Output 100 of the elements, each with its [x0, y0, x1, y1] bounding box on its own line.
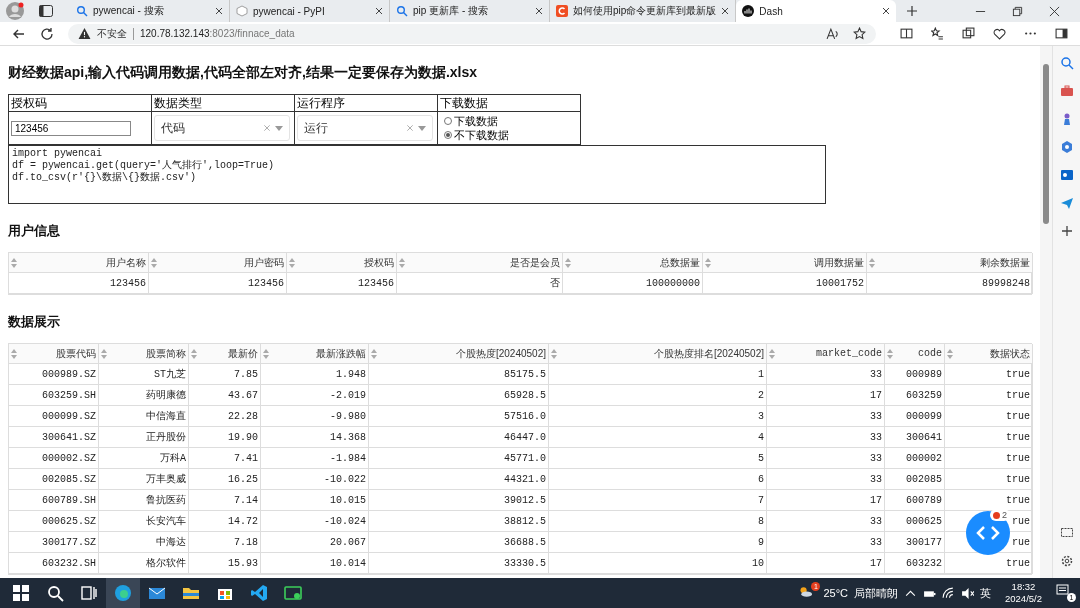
table-cell: 600789	[885, 490, 945, 511]
edge-browser-icon[interactable]	[114, 584, 132, 602]
column-header[interactable]: 是否是会员	[397, 253, 563, 273]
close-icon[interactable]	[215, 7, 223, 15]
refresh-icon[interactable]	[40, 26, 54, 41]
table-cell: 44321.0	[369, 469, 549, 490]
table-cell: 10.015	[261, 490, 369, 511]
radio-button[interactable]	[444, 117, 452, 125]
form-header: 运行程序	[295, 95, 438, 112]
code-editor-field[interactable]: import pywencai df = pywencai.get(query='人气排行',loop=True) df.to_csv(r'{}\数据\{}数据.csv')	[8, 145, 826, 204]
column-header[interactable]: 数据状态	[945, 344, 1033, 364]
header-label: 调用数据量	[814, 255, 864, 270]
table-cell: 1	[549, 364, 767, 385]
settings-icon[interactable]	[1059, 554, 1074, 568]
add-icon[interactable]	[1059, 224, 1074, 238]
column-header[interactable]: market_code	[767, 344, 885, 364]
column-header[interactable]: 股票简称	[99, 344, 189, 364]
column-header[interactable]: 个股热度[20240502]	[369, 344, 549, 364]
form-header: 数据类型	[152, 95, 295, 112]
notification-icon	[1056, 584, 1069, 597]
column-header[interactable]: 授权码	[287, 253, 397, 273]
windows-start-icon[interactable]	[12, 584, 30, 602]
scrollbar-thumb[interactable]	[1043, 64, 1049, 224]
table-cell: 36688.5	[369, 532, 549, 553]
table-cell: 14.72	[189, 511, 261, 532]
table-cell: 1.948	[261, 364, 369, 385]
code-editor-icon[interactable]	[250, 584, 268, 602]
wifi-icon[interactable]	[942, 586, 955, 600]
table-cell: 002085	[885, 469, 945, 490]
table-cell: -2.019	[261, 385, 369, 406]
column-header[interactable]: 股票代码	[9, 344, 99, 364]
table-cell: -10.022	[261, 469, 369, 490]
close-icon[interactable]	[535, 7, 543, 15]
table-cell: 鲁抗医药	[99, 490, 189, 511]
profile-avatar-icon[interactable]	[6, 2, 24, 20]
column-header[interactable]: 剩余数据量	[867, 253, 1033, 273]
column-header[interactable]: 总数据量	[563, 253, 703, 273]
close-icon[interactable]	[375, 7, 383, 15]
column-header[interactable]: 用户密码	[149, 253, 287, 273]
radio-button[interactable]	[444, 131, 452, 139]
table-cell: 22.28	[189, 406, 261, 427]
table-cell: 33	[767, 532, 885, 553]
task-view-icon[interactable]	[80, 584, 98, 602]
column-header[interactable]: code	[885, 344, 945, 364]
column-header[interactable]: 最新价	[189, 344, 261, 364]
table-cell: 14.368	[261, 427, 369, 448]
dropdown[interactable]: 代码	[154, 115, 290, 141]
table-cell: true	[945, 364, 1033, 385]
browser-tab[interactable]: Dash	[736, 0, 897, 22]
restore-icon[interactable]	[1012, 5, 1023, 17]
search-icon[interactable]	[46, 584, 64, 602]
table-cell: 000989	[885, 364, 945, 385]
column-header[interactable]: 个股热度排名[20240502]	[549, 344, 767, 364]
table-cell: true	[945, 448, 1033, 469]
close-icon[interactable]	[1049, 5, 1060, 17]
debug-menu-button[interactable]	[966, 511, 1010, 555]
column-header[interactable]: 调用数据量	[703, 253, 867, 273]
speaker-muted-icon[interactable]	[961, 586, 974, 600]
column-header[interactable]: 最新涨跌幅	[261, 344, 369, 364]
tab-actions-icon[interactable]	[38, 3, 54, 19]
send-icon[interactable]	[1059, 196, 1074, 210]
table-cell: 10.014	[261, 553, 369, 574]
sidebar-icon[interactable]	[1055, 27, 1068, 40]
table-cell: true	[945, 469, 1033, 490]
favorite-star-icon[interactable]	[853, 27, 866, 40]
table-cell: 603259	[885, 385, 945, 406]
address-bar[interactable]: 不安全 120.78.132.143:8023/finnace_data	[68, 23, 876, 44]
close-icon[interactable]	[721, 7, 730, 15]
table-cell: 万丰奥威	[99, 469, 189, 490]
heart-pulse-icon[interactable]	[993, 27, 1006, 40]
url-text: 120.78.132.143:8023/finnace_data	[140, 28, 295, 39]
auth-code-field[interactable]: 123456	[11, 120, 131, 136]
column-header[interactable]: 用户名称	[9, 253, 149, 273]
clock[interactable]: 18:32 2024/5/2	[1005, 581, 1042, 605]
new-tab-icon[interactable]	[906, 5, 919, 17]
split-screen-icon[interactable]	[900, 27, 913, 40]
briefcase-icon[interactable]	[1059, 84, 1074, 98]
table-cell: -1.984	[261, 448, 369, 469]
table-cell: 57516.0	[369, 406, 549, 427]
table-cell: 000989.SZ	[9, 364, 99, 385]
read-aloud-icon[interactable]	[826, 27, 839, 40]
collections-icon[interactable]	[962, 27, 975, 40]
table-cell: 9	[549, 532, 767, 553]
close-icon[interactable]	[882, 7, 891, 15]
header-label: 授权码	[364, 255, 394, 270]
input-method-label[interactable]: 英	[980, 585, 991, 601]
table-cell: 17	[767, 553, 885, 574]
table-cell: 33	[767, 469, 885, 490]
table-cell: 7.14	[189, 490, 261, 511]
form-header: 下载数据	[438, 95, 581, 112]
favorites-icon[interactable]	[931, 27, 944, 40]
hexagon-icon[interactable]	[1059, 140, 1074, 154]
table-cell: 10001752	[703, 273, 867, 294]
dropdown-value: 代码	[161, 119, 186, 137]
table-cell: 中信海直	[99, 406, 189, 427]
bar-chart-logo-icon	[742, 5, 755, 17]
screenshot-icon[interactable]	[1059, 526, 1074, 540]
header-label: code	[918, 348, 942, 359]
dropdown[interactable]: 运行	[297, 115, 433, 141]
tab-title: pip 更新库 - 搜索	[413, 4, 489, 18]
